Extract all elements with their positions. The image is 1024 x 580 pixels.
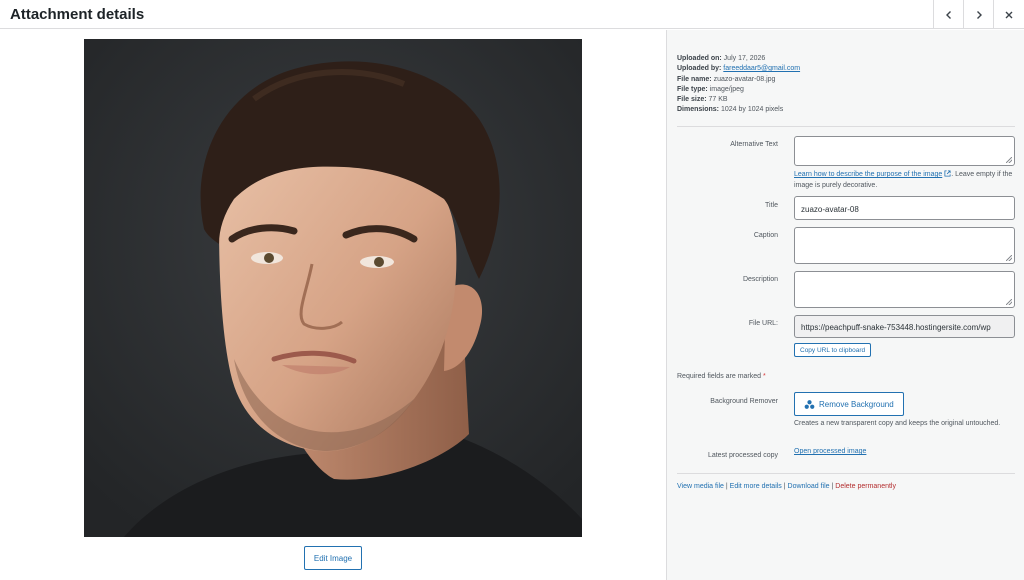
caption-field[interactable]: [794, 227, 1015, 264]
previous-button[interactable]: [933, 0, 963, 29]
alt-text-label: Alternative Text: [730, 141, 778, 148]
attachment-image: [84, 39, 582, 537]
attachment-preview: Edit Image: [0, 30, 666, 580]
title-label: Title: [765, 202, 778, 209]
title-field[interactable]: zuazo-avatar-08: [794, 196, 1015, 220]
divider: [677, 126, 1015, 127]
alt-text-field[interactable]: [794, 136, 1015, 166]
remove-background-label: Remove Background: [819, 399, 894, 409]
alt-text-help-link[interactable]: Learn how to describe the purpose of the…: [794, 171, 942, 178]
required-fields-note: Required fields are marked *: [677, 373, 766, 380]
uploaded-by: Uploaded by: fareeddaar5@gmail.com: [677, 65, 801, 73]
divider: [677, 473, 1015, 474]
file-meta: Uploaded on: July 17, 2026 Uploaded by: …: [677, 54, 800, 116]
caption-label: Caption: [753, 232, 778, 239]
delete-permanently-link[interactable]: Delete permanently: [835, 483, 896, 490]
remove-background-button[interactable]: Remove Background: [794, 392, 904, 416]
next-button[interactable]: [963, 0, 993, 29]
copy-url-button[interactable]: Copy URL to clipboard: [794, 343, 872, 357]
attachment-details-sidebar: Uploaded on: July 17, 2026 Uploaded by: …: [666, 30, 1024, 580]
attachment-actions: View media file | Edit more details | Do…: [677, 483, 896, 490]
description-field[interactable]: [794, 271, 1015, 308]
download-file-link[interactable]: Download file: [788, 483, 830, 490]
dimensions: Dimensions: 1024 by 1024 pixels: [677, 106, 784, 114]
alt-text-help: Learn how to describe the purpose of the…: [794, 170, 1013, 189]
latest-copy-label: Latest processed copy: [707, 452, 778, 459]
file-type: File type: image/jpeg: [677, 85, 744, 93]
portrait-photo: [84, 39, 582, 537]
page-title: Attachment details: [10, 6, 145, 23]
uploader-email-link[interactable]: fareeddaar5@gmail.com: [723, 65, 800, 72]
latest-copy-value: Open processed image: [794, 446, 1015, 457]
file-name: File name: zuazo-avatar-08.jpg: [677, 75, 776, 83]
file-url-field[interactable]: https://peachpuff-snake-753448.hostinger…: [794, 315, 1015, 338]
uploaded-on: Uploaded on: July 17, 2026: [677, 55, 766, 62]
background-remover-label: Background Remover: [710, 398, 778, 405]
background-remover-help: Creates a new transparent copy and keeps…: [794, 420, 1001, 427]
view-media-file-link[interactable]: View media file: [677, 483, 724, 490]
open-processed-image-link[interactable]: Open processed image: [794, 448, 866, 455]
close-icon: [1005, 11, 1013, 18]
file-size: File size: 77 KB: [677, 96, 728, 104]
description-label: Description: [742, 276, 778, 283]
file-url-label: File URL:: [748, 320, 778, 327]
chevron-right-icon: [976, 10, 982, 19]
dots-cluster-icon: [804, 399, 815, 409]
edit-more-details-link[interactable]: Edit more details: [730, 483, 782, 490]
close-button[interactable]: [993, 0, 1024, 29]
chevron-left-icon: [945, 10, 951, 19]
modal-header: Attachment details: [0, 0, 1024, 29]
edit-image-button[interactable]: Edit Image: [304, 546, 362, 570]
